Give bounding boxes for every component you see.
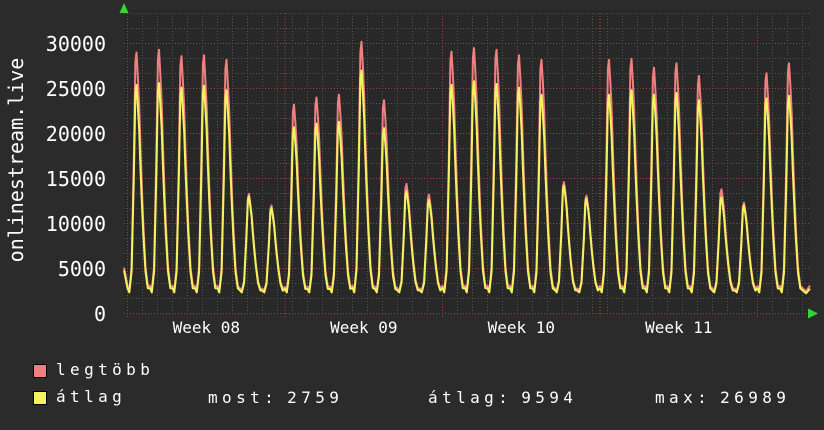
- stat-value: 2759: [287, 388, 344, 407]
- stat-label: most:: [208, 388, 279, 407]
- legend-label: legtöbb: [56, 360, 155, 379]
- chart-plot-area: [119, 3, 818, 319]
- rrd-graph-window: onlinestream.live 0 5000 10000 15000 20000 25…: [0, 0, 824, 430]
- legend-swatch-red: [33, 364, 47, 378]
- stat-current: most: 2759: [208, 388, 343, 408]
- stat-maximum: max: 26989: [655, 388, 790, 408]
- x-tick-label: Week 09: [330, 318, 398, 337]
- x-tick-label: Week 11: [645, 318, 713, 337]
- stat-value: 9594: [521, 388, 578, 407]
- x-tick-label: Week 10: [487, 318, 556, 337]
- legend-swatch-yellow: [33, 391, 47, 405]
- stat-label: átlag:: [428, 388, 513, 407]
- x-tick-label: Week 08: [172, 318, 241, 337]
- stat-average: átlag: 9594: [428, 388, 577, 408]
- stat-label: max:: [655, 388, 712, 407]
- legend-label: átlag: [56, 387, 127, 406]
- stat-value: 26989: [720, 388, 791, 407]
- y-axis-arrow: [119, 3, 129, 13]
- x-axis-arrow: [808, 308, 818, 319]
